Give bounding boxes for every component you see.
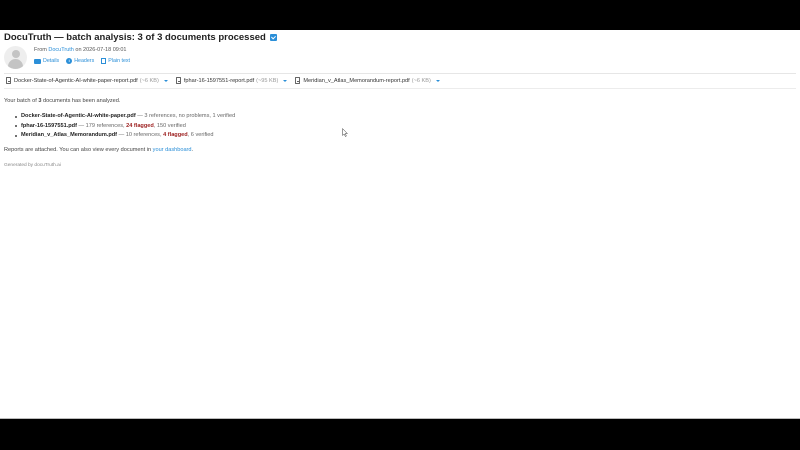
pdf-file-icon [295, 77, 301, 84]
intro-post: documents has been analyzed. [43, 98, 121, 104]
plain-text-link[interactable]: Plain text [101, 58, 130, 64]
result-file: Meridian_v_Atlas_Memorandum.pdf [21, 132, 118, 138]
dashboard-link[interactable]: your dashboard [153, 147, 192, 153]
list-item: Meridian_v_Atlas_Memorandum.pdf — 10 ref… [14, 132, 235, 142]
from-line: From DocuTruth on 2026-07-18 09:01 [34, 47, 126, 53]
bottom-black-bar [0, 419, 800, 450]
headers-label: Headers [74, 58, 95, 64]
subject-text: DocuTruth — batch analysis: 3 of 3 docum… [4, 32, 266, 43]
chevron-down-icon[interactable] [283, 79, 288, 82]
result-file: fphar-16-1597551.pdf [21, 122, 77, 129]
info-icon: i [66, 58, 73, 64]
sent-date: on 2026-07-18 09:01 [75, 47, 127, 53]
details-label: Details [43, 58, 60, 64]
document-icon [101, 58, 107, 64]
reports-post: . [191, 147, 194, 153]
list-item: fphar-16-1597551.pdf — 179 references, 2… [14, 122, 235, 133]
headers-link[interactable]: i Headers [66, 58, 94, 64]
envelope-icon [34, 58, 41, 64]
intro-count: 3 [38, 98, 42, 104]
mouse-cursor-icon [342, 128, 348, 137]
email-subject: DocuTruth — batch analysis: 3 of 3 docum… [4, 32, 277, 43]
attachment-size: (~6 KB) [139, 77, 159, 84]
attachment-name: fphar-16-1597551-report.pdf [183, 77, 255, 84]
result-summary: — 179 references, [78, 122, 125, 129]
result-summary: — 10 references, [118, 132, 162, 138]
attachment-divider [4, 88, 796, 89]
header-divider [4, 73, 796, 74]
result-flagged: 4 flagged [163, 132, 188, 138]
meta-links: Details i Headers Plain text [34, 58, 130, 64]
attachment-size: (~95 KB) [256, 77, 279, 84]
result-after: , 6 verified [187, 132, 214, 138]
sender-avatar [4, 46, 27, 69]
pdf-file-icon [6, 77, 11, 84]
email-view: DocuTruth — batch analysis: 3 of 3 docum… [0, 30, 800, 419]
result-after: , 150 verified [153, 122, 186, 129]
chevron-down-icon[interactable] [435, 79, 440, 82]
attachment-list: Docker-State-of-Agentic-AI-white-paper-r… [6, 77, 440, 84]
attachment-item[interactable]: Docker-State-of-Agentic-AI-white-paper-r… [6, 77, 168, 84]
reports-text: Reports are attached. You can also view … [4, 147, 193, 153]
pdf-file-icon [175, 77, 181, 84]
checkbox-icon[interactable] [269, 34, 277, 41]
result-file: Docker-State-of-Agentic-AI-white-paper.p… [21, 113, 136, 119]
reports-pre: Reports are attached. You can also view … [4, 147, 152, 153]
plain-text-label: Plain text [108, 58, 131, 64]
chevron-down-icon[interactable] [163, 79, 168, 82]
sender-link[interactable]: DocuTruth [48, 47, 73, 53]
intro-pre: Your batch of [4, 98, 37, 104]
attachment-item[interactable]: fphar-16-1597551-report.pdf (~95 KB) [175, 77, 288, 84]
from-prefix: From [34, 47, 47, 53]
details-link[interactable]: Details [34, 58, 59, 64]
top-black-bar [0, 0, 800, 30]
result-summary: — 3 references, no problems, 1 verified [137, 113, 236, 119]
attachment-name: Docker-State-of-Agentic-AI-white-paper-r… [14, 77, 138, 84]
attachment-size: (~6 KB) [411, 77, 431, 84]
attachment-item[interactable]: Meridian_v_Atlas_Memorandum-report.pdf (… [295, 77, 440, 84]
attachment-name: Meridian_v_Atlas_Memorandum-report.pdf [303, 77, 410, 84]
list-item: Docker-State-of-Agentic-AI-white-paper.p… [14, 113, 236, 123]
intro-text: Your batch of 3 documents has been analy… [4, 98, 120, 104]
results-list: Docker-State-of-Agentic-AI-white-paper.p… [14, 113, 236, 142]
result-flagged: 24 flagged [126, 122, 154, 129]
generated-by: Generated by docuTruth.ai [4, 163, 61, 168]
